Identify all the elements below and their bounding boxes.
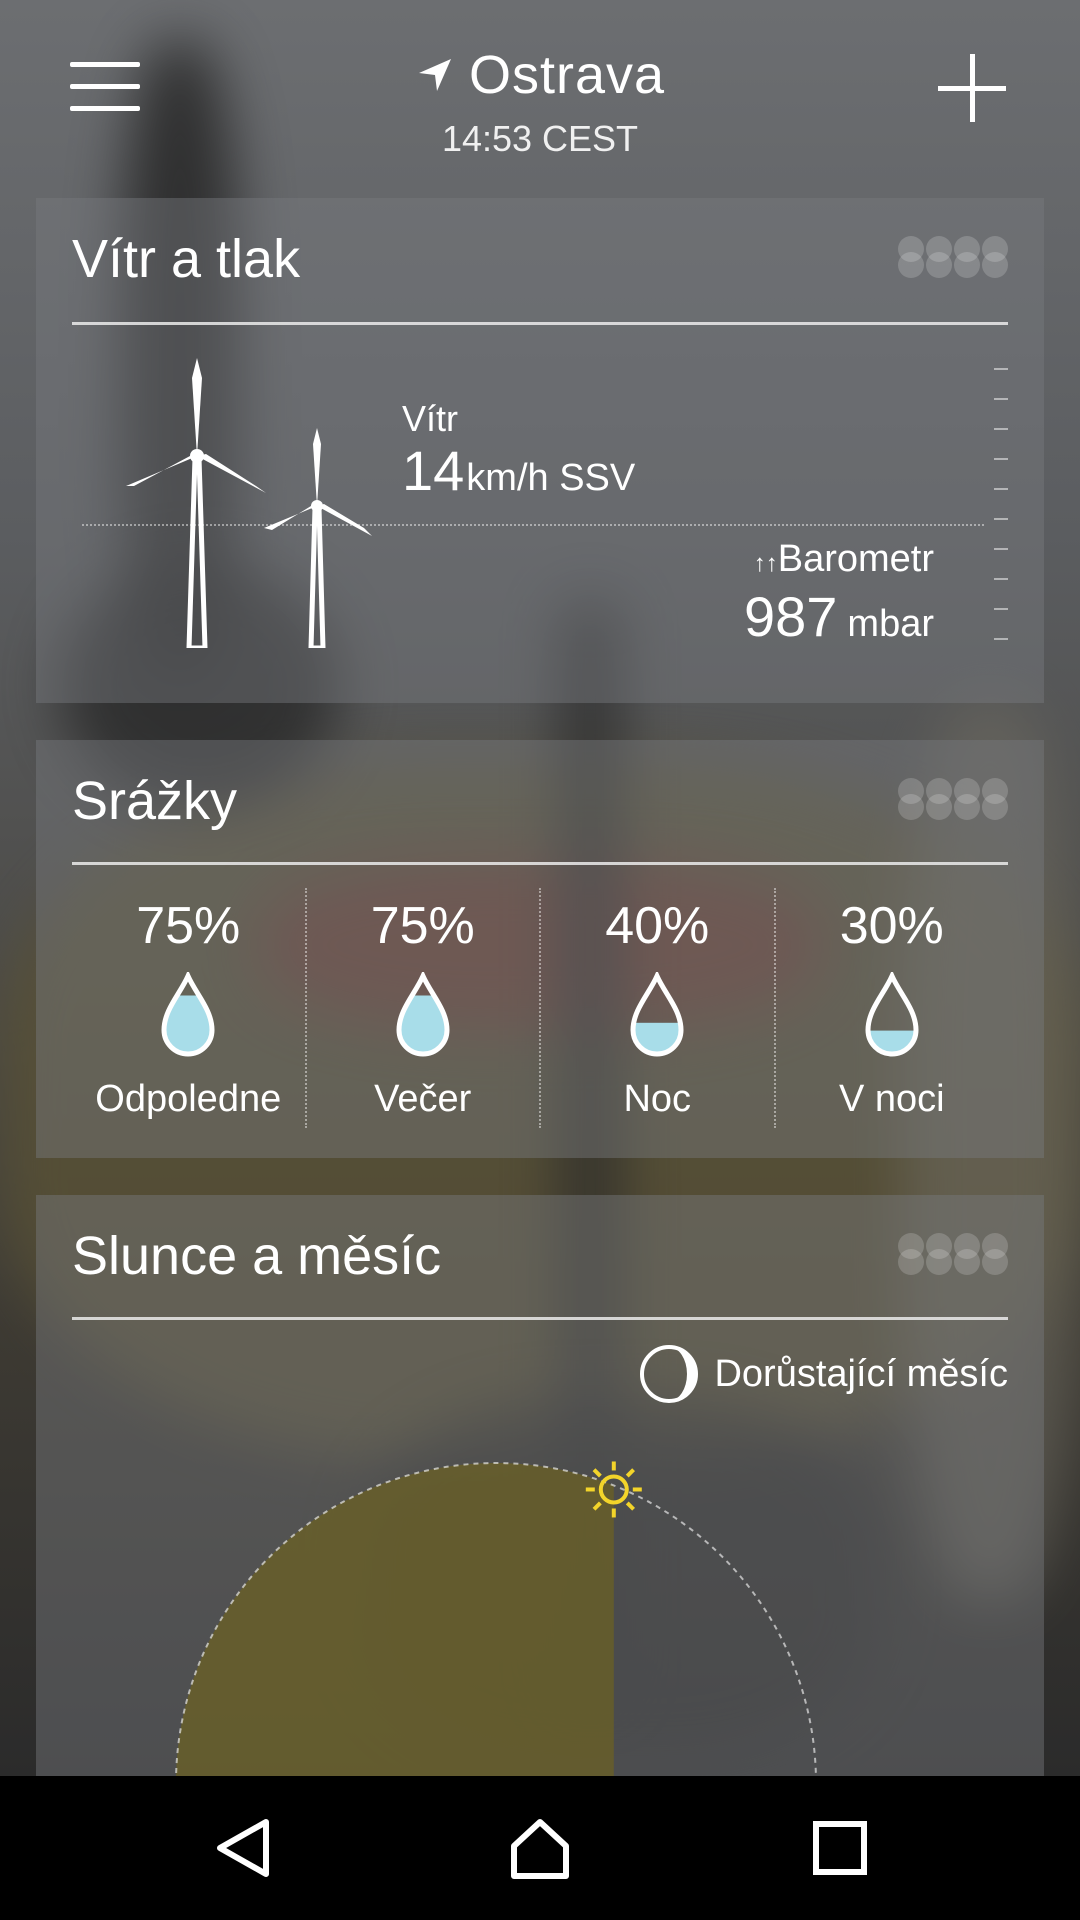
wind-speed: 14 [402,439,465,502]
precip-period: 40% Noc [539,888,774,1128]
moon-phase: Dorůstající měsíc [638,1343,1008,1405]
sun-path-arc [175,1461,817,1783]
back-button[interactable] [212,1816,276,1880]
sun-moon-card: Slunce a měsíc Dorůstající měsíc [36,1195,1044,1783]
precip-label: V noci [838,1078,945,1120]
wind-label: Vítr [402,398,459,439]
daylight-fill [176,1462,614,1783]
card-title: Srážky [72,771,238,831]
wind-value: 14km/h SSV [402,438,635,503]
location-header[interactable]: Ostrava [0,44,1080,106]
pressure-unit: mbar [847,603,934,645]
double-up-arrow-icon: ↑↑ [753,550,778,577]
precip-label: Večer [374,1078,472,1120]
drag-handle-icon[interactable] [898,1231,1008,1275]
add-location-button[interactable] [938,54,1006,122]
local-time: 14:53 CEST [441,118,639,159]
pressure-scale [994,368,1008,648]
wind-pressure-card: Vítr a tlak Vítr 14km/h SSV ↑↑Barometr 9… [36,198,1044,703]
precip-label: Noc [623,1078,692,1120]
recents-button[interactable] [808,1816,872,1880]
pressure-number: 987 [743,585,838,648]
pressure-value: 987 mbar [744,584,934,649]
precip-percent: 75% [370,897,475,955]
waxing-moon-icon [640,1345,699,1403]
wind-unit: km/h SSV [466,457,636,499]
city-name: Ostrava [468,45,666,105]
precip-period: 75% Večer [304,888,540,1128]
precip-period: 75% Odpoledne [72,888,305,1128]
card-title: Vítr a tlak [72,229,301,289]
wind-turbine-icon [126,358,372,648]
raindrop-icon [865,972,919,1057]
precip-period: 30% V noci [773,888,1009,1128]
home-button[interactable] [508,1816,572,1880]
pressure-label: ↑↑Barometr [753,538,934,580]
precip-percent: 40% [605,897,710,955]
raindrop-icon [161,972,215,1057]
precip-percent: 75% [136,897,241,955]
moon-phase-text: Dorůstající měsíc [714,1352,1008,1395]
precipitation-card: Srážky 75% Odpoledne 75% Večer 40% Noc 3… [36,740,1044,1158]
raindrop-icon [396,972,450,1057]
drag-handle-icon[interactable] [898,234,1008,278]
precip-label: Odpoledne [95,1078,282,1120]
navigation-bar [0,1776,1080,1920]
precip-percent: 30% [839,897,944,955]
location-arrow-icon [418,59,451,91]
card-title: Slunce a měsíc [72,1226,442,1286]
raindrop-icon [630,972,684,1057]
drag-handle-icon[interactable] [898,776,1008,820]
